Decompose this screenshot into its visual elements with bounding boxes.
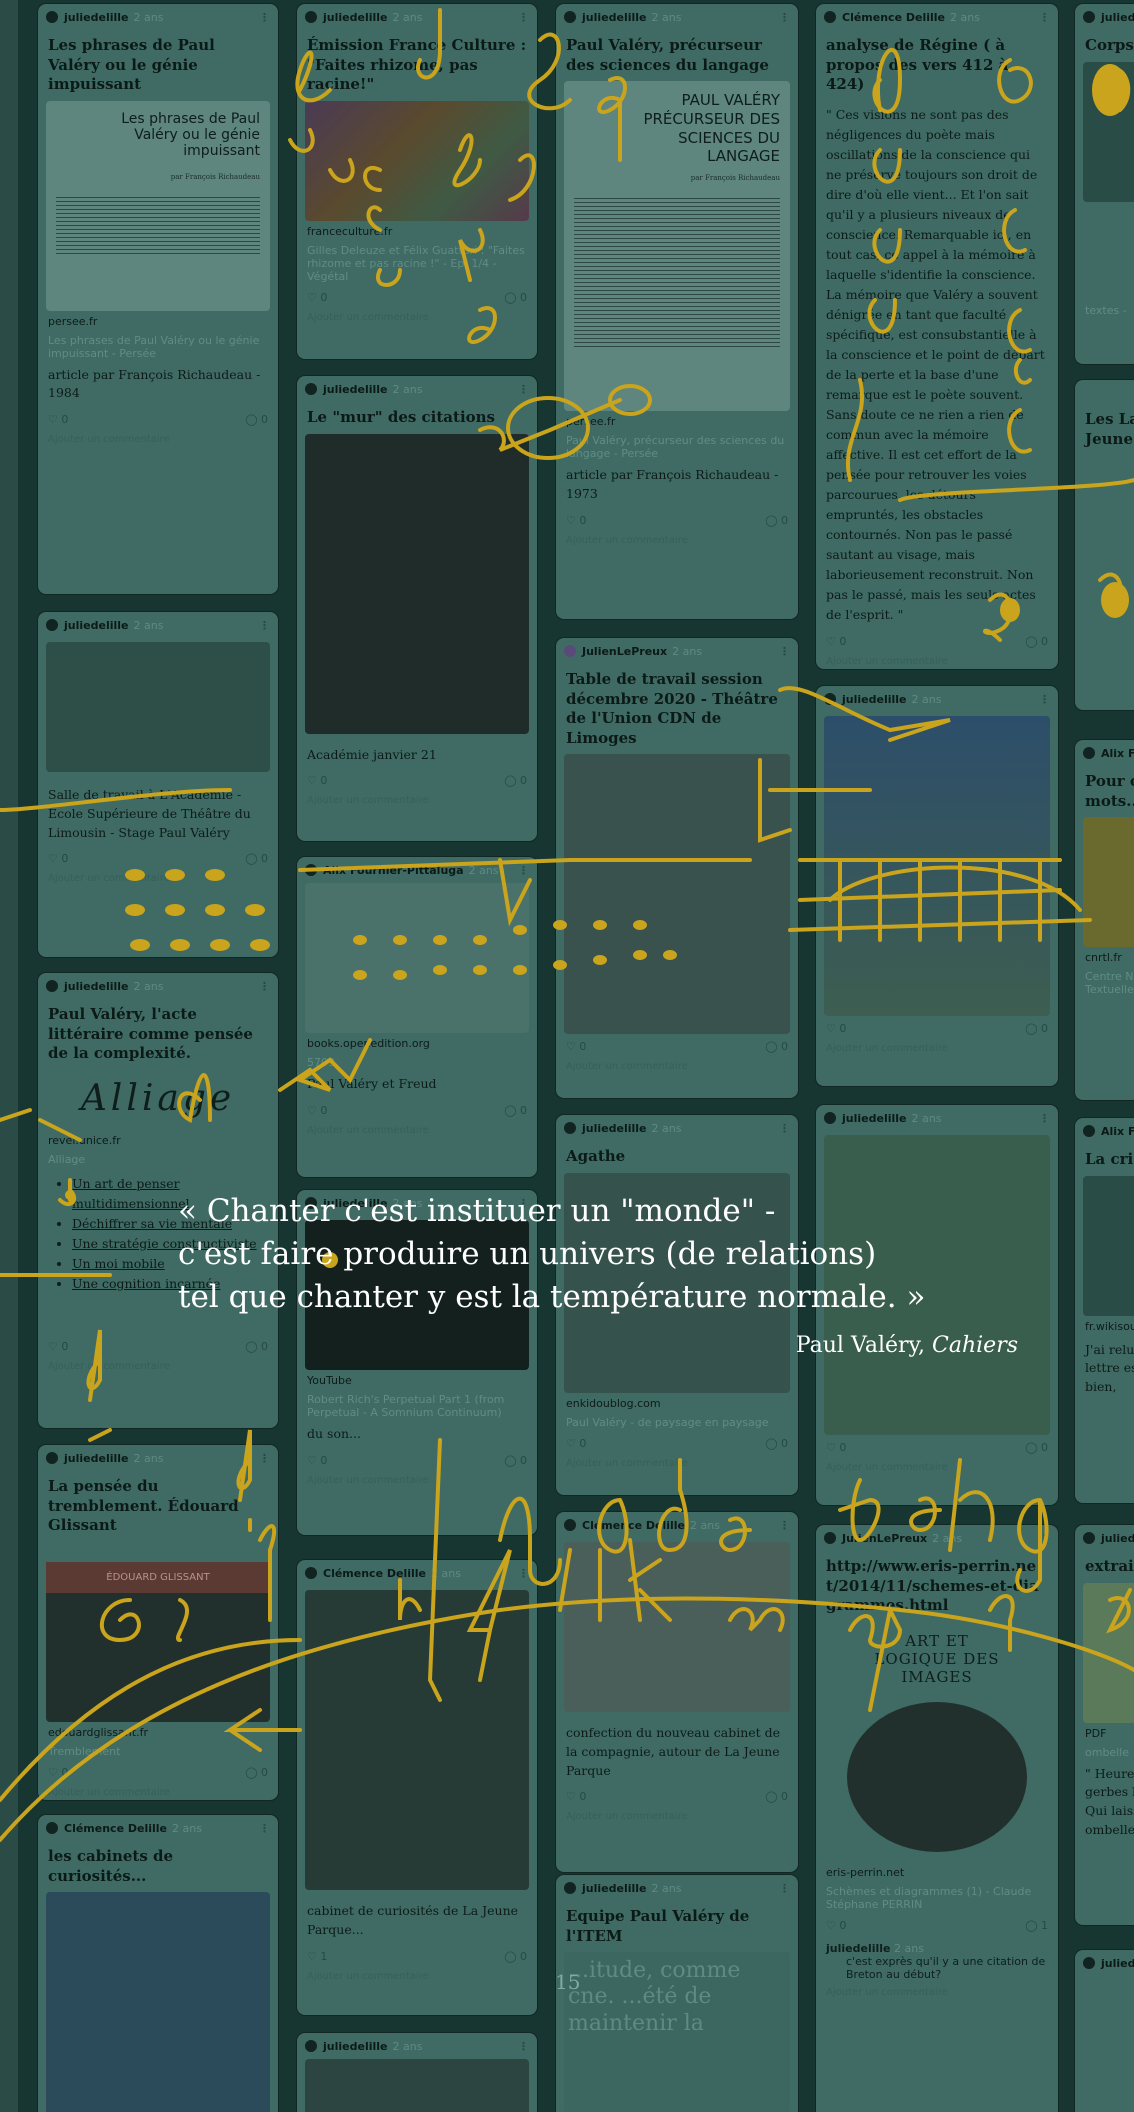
ink-stroke xyxy=(100,1598,141,1643)
ink-dot xyxy=(353,935,367,945)
ink-dot xyxy=(250,939,270,951)
ink-stroke xyxy=(628,1538,672,1622)
ink-dot xyxy=(205,904,225,916)
ink-stroke xyxy=(223,1708,302,1752)
ink-stroke xyxy=(1007,408,1032,454)
ink-stroke xyxy=(458,228,485,282)
ink-stroke xyxy=(909,1496,942,1533)
ink-stroke xyxy=(657,1458,689,1553)
ink-dot xyxy=(245,904,265,916)
ink-stroke xyxy=(467,306,497,344)
handwriting-ink-overlay xyxy=(0,8,1134,1842)
ink-dot xyxy=(393,935,407,945)
ink-dot xyxy=(513,965,527,975)
ink-dot xyxy=(553,960,567,970)
ink-stroke xyxy=(1106,1588,1132,1634)
ink-dot xyxy=(165,869,185,881)
ink-stroke xyxy=(452,133,482,188)
ink-stroke xyxy=(838,1478,881,1543)
ink-dot xyxy=(205,869,225,881)
quote-line: « Chanter c'est instituer un "monde" - xyxy=(178,1193,776,1229)
ink-dot xyxy=(593,920,607,930)
ink-dot xyxy=(473,935,487,945)
quote-line: c'est faire produire un univers (de rela… xyxy=(178,1236,877,1272)
ink-stroke xyxy=(278,1038,372,1092)
ink-stroke xyxy=(295,50,332,103)
ink-stroke xyxy=(0,1596,1134,1842)
ink-stroke xyxy=(0,1108,32,1122)
ink-stroke xyxy=(88,1428,112,1442)
ink-dot xyxy=(633,950,647,960)
ink-stroke xyxy=(872,228,902,264)
ink-stroke xyxy=(597,1498,629,1554)
ink-dot xyxy=(633,920,647,930)
quote-line: tel que chanter y est la température nor… xyxy=(178,1279,926,1315)
ink-dot xyxy=(353,970,367,980)
ink-stroke xyxy=(527,32,572,111)
ink-stroke xyxy=(872,148,902,184)
ink-dot xyxy=(65,1190,75,1200)
ink-stroke xyxy=(177,1073,212,1124)
ink-dot xyxy=(125,869,145,881)
ink-stroke xyxy=(398,1578,422,1621)
page-number: 15 xyxy=(555,1970,581,1994)
ink-stroke xyxy=(376,268,402,287)
ink-dot xyxy=(210,939,230,951)
ink-dot xyxy=(170,939,190,951)
ink-stroke xyxy=(1002,208,1027,254)
ink-stroke xyxy=(997,58,1033,104)
ink-loop xyxy=(506,396,590,460)
ink-stroke xyxy=(86,1329,102,1402)
ink-dot xyxy=(165,904,185,916)
ink-dot xyxy=(1092,64,1128,116)
ink-stroke xyxy=(848,1603,903,1712)
ink-dot xyxy=(513,925,527,935)
ink-dots xyxy=(65,64,1129,1268)
quote-attribution: Paul Valéry, Cahiers xyxy=(178,1333,1018,1358)
ink-stroke xyxy=(758,758,792,843)
ink-stroke xyxy=(366,205,382,232)
ink-stroke xyxy=(38,1118,82,1142)
ink-stroke xyxy=(298,858,752,872)
ink-stroke xyxy=(1007,308,1032,354)
ink-dot xyxy=(1101,582,1129,618)
ink-stroke xyxy=(508,153,536,202)
ink-stroke xyxy=(846,378,864,482)
ink-stroke xyxy=(778,686,951,742)
ink-stroke xyxy=(1013,358,1032,385)
ink-dot xyxy=(553,920,567,930)
ink-stroke xyxy=(0,788,232,812)
ink-stroke xyxy=(719,1516,752,1553)
ink-stroke xyxy=(728,1607,785,1632)
ink-dot xyxy=(1000,598,1020,622)
ink-stroke xyxy=(498,858,532,927)
ink-stroke xyxy=(478,398,622,452)
ink-dot xyxy=(473,965,487,975)
ink-stroke xyxy=(898,478,1134,502)
ink-stroke xyxy=(498,1496,562,1586)
ink-stroke xyxy=(176,1598,189,1642)
ink-dot xyxy=(393,970,407,980)
ink-stroke xyxy=(1015,1498,1049,1593)
ink-stroke xyxy=(363,166,382,192)
ink-dot xyxy=(433,965,447,975)
ink-stroke xyxy=(466,1549,512,1682)
ink-stroke xyxy=(258,1524,277,1622)
ink-dot xyxy=(125,904,145,916)
ink-dot xyxy=(593,955,607,965)
ink-stroke xyxy=(948,1458,995,1552)
quote-block: « Chanter c'est instituer un "monde" - c… xyxy=(178,1190,1018,1358)
ink-dot xyxy=(663,950,677,960)
quote-author: Paul Valéry, xyxy=(795,1333,926,1358)
ink-stroke xyxy=(872,48,903,114)
quote-work: Cahiers xyxy=(932,1333,1018,1358)
ink-dot xyxy=(130,939,150,951)
ink-dot xyxy=(433,935,447,945)
ink-stroke xyxy=(427,1438,442,1702)
ink-stroke xyxy=(416,8,442,80)
ink-stroke xyxy=(328,158,355,183)
ink-stroke xyxy=(236,1429,252,1502)
ink-stroke xyxy=(288,128,315,153)
ink-stroke xyxy=(867,298,897,334)
